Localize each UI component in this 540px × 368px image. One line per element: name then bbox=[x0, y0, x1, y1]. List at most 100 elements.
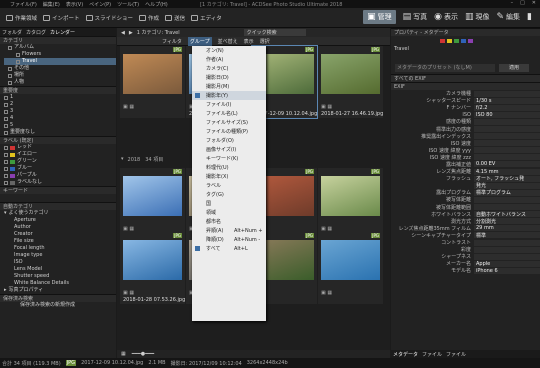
workspace-button[interactable]: 作業領域 bbox=[6, 14, 37, 22]
checkbox-icon[interactable] bbox=[4, 130, 8, 135]
property-value[interactable]: 標準プログラム bbox=[474, 189, 540, 196]
categories-header[interactable]: カテゴリ bbox=[0, 36, 116, 44]
menu-option[interactable]: ファイル名(L) bbox=[192, 109, 266, 118]
checkbox-icon[interactable] bbox=[4, 116, 8, 121]
thumbnail[interactable]: JPG ▣ ▦ bbox=[120, 46, 185, 118]
property-value[interactable] bbox=[474, 204, 540, 211]
menu-option[interactable]: ラベル bbox=[192, 181, 266, 190]
property-value[interactable]: 29 mm bbox=[474, 225, 540, 232]
rating-header[interactable]: 重要度 bbox=[0, 86, 116, 94]
property-value[interactable]: 発光 bbox=[474, 182, 540, 189]
thumbnail[interactable]: JPG▣ ▦2018-01-28 07.52.21.jpg bbox=[318, 168, 383, 240]
saved-search-header[interactable]: 保存済み検索 bbox=[0, 294, 116, 302]
auto-category-item[interactable]: Image type bbox=[14, 252, 116, 259]
checkbox-icon[interactable] bbox=[8, 73, 12, 78]
label-item[interactable]: レッド bbox=[4, 144, 116, 151]
tab-2[interactable]: カレンダー bbox=[50, 29, 75, 36]
thumbnail[interactable]: JPG▣ ▦2018-01-27 16.53.52.jpg bbox=[120, 168, 185, 240]
metadata-preset-select[interactable]: メタデータのプリセット (なしM) bbox=[395, 64, 495, 72]
filter-1[interactable]: グループ bbox=[187, 36, 212, 46]
rating-item[interactable]: 3 bbox=[4, 108, 116, 115]
checkbox-icon[interactable] bbox=[4, 145, 8, 150]
property-value[interactable]: 分割測光 bbox=[474, 218, 540, 225]
menu-option[interactable]: 昇順(A) Alt+Num + bbox=[192, 226, 266, 235]
rating-item[interactable]: 2 bbox=[4, 101, 116, 108]
tab-0[interactable]: フォルダ bbox=[2, 29, 22, 36]
checkbox-icon[interactable] bbox=[4, 173, 8, 178]
property-value[interactable] bbox=[474, 246, 540, 253]
mode-4[interactable]: ✎ 編集 bbox=[497, 12, 521, 22]
property-value[interactable]: 0.00 EV bbox=[474, 161, 540, 168]
menu-option[interactable]: キーワード(K) bbox=[192, 154, 266, 163]
forward-icon[interactable]: ▶ bbox=[129, 30, 133, 36]
menu-option[interactable]: 降順(D) Alt+Num - bbox=[192, 235, 266, 244]
new-saved-search-link[interactable]: 保存済み検索の新規作成 bbox=[20, 302, 116, 309]
mode-5[interactable]: ▮ bbox=[527, 12, 534, 22]
checkbox-icon[interactable] bbox=[8, 66, 12, 71]
menu-option[interactable]: 撮影年(Y) bbox=[192, 91, 266, 100]
auto-category-item[interactable]: Aperture bbox=[14, 217, 116, 224]
zoom-slider[interactable]: ━━━●━━━ bbox=[132, 351, 154, 357]
auto-category-item[interactable]: ISO bbox=[14, 259, 116, 266]
editor-button[interactable]: エディタ bbox=[191, 14, 222, 22]
minimize-button[interactable]: – bbox=[511, 0, 514, 6]
property-value[interactable]: オート, フラッシュ発 bbox=[474, 175, 540, 182]
label-item[interactable]: ブルー bbox=[4, 165, 116, 172]
filter-4[interactable]: 選択 bbox=[260, 38, 270, 45]
menu-option[interactable]: タグ(G) bbox=[192, 190, 266, 199]
property-value[interactable] bbox=[474, 147, 540, 154]
menu-option[interactable]: 都市名 bbox=[192, 217, 266, 226]
menu-option[interactable]: 画像サイズ(I) bbox=[192, 145, 266, 154]
auto-category-item[interactable]: Focal length bbox=[14, 245, 116, 252]
menu-item[interactable]: ファイル(F) bbox=[10, 1, 37, 8]
rating-item[interactable]: 重要度なし bbox=[4, 129, 116, 136]
mode-3[interactable]: ▥ 現像 bbox=[465, 12, 490, 22]
menu-option[interactable]: 撮影日(D) bbox=[192, 73, 266, 82]
keywords-header[interactable]: キーワード bbox=[0, 186, 116, 194]
rating-item[interactable]: 1 bbox=[4, 94, 116, 101]
thumbnail[interactable]: JPG ▣ ▦ bbox=[318, 232, 383, 304]
filter-2[interactable]: 並べ替え bbox=[218, 38, 238, 45]
property-value[interactable] bbox=[474, 140, 540, 147]
auto-category-item[interactable]: Shutter speed bbox=[14, 273, 116, 280]
checkbox-icon[interactable] bbox=[4, 180, 8, 185]
property-value[interactable]: f/2.2 bbox=[474, 104, 540, 111]
label-item[interactable]: グリーン bbox=[4, 158, 116, 165]
menu-item[interactable]: 表示(V) bbox=[66, 1, 83, 8]
maximize-button[interactable]: □ bbox=[520, 0, 525, 6]
auto-group[interactable]: ▾ よく使うカテゴリ bbox=[4, 210, 116, 217]
checkbox-icon[interactable] bbox=[4, 166, 8, 171]
labels-header[interactable]: ラベル (既定) bbox=[0, 136, 116, 144]
checkbox-icon[interactable] bbox=[8, 45, 12, 50]
rating-item[interactable]: 5 bbox=[4, 122, 116, 129]
rating-item[interactable]: 4 bbox=[4, 115, 116, 122]
mode-1[interactable]: ▤ 写真 bbox=[403, 12, 428, 22]
checkbox-icon[interactable] bbox=[4, 109, 8, 114]
label-item[interactable]: イエロー bbox=[4, 151, 116, 158]
auto-category-item[interactable]: File size bbox=[14, 238, 116, 245]
auto-category-item[interactable]: Author bbox=[14, 224, 116, 231]
bottom-tab[interactable]: ファイル bbox=[422, 351, 442, 358]
menu-option[interactable]: カメラ(C) bbox=[192, 64, 266, 73]
property-value[interactable] bbox=[474, 133, 540, 140]
exif-section[interactable]: EXIF bbox=[391, 82, 540, 90]
bottom-tab[interactable]: ファイル bbox=[446, 351, 466, 358]
property-value[interactable] bbox=[474, 253, 540, 260]
menu-option[interactable]: 撮影年(X) bbox=[192, 172, 266, 181]
photo-properties[interactable]: ▸ 写真プロパティ bbox=[4, 287, 116, 294]
quick-search-input[interactable]: クイック検索 bbox=[243, 29, 306, 36]
category-item[interactable]: その他 bbox=[4, 65, 116, 72]
auto-categories-header[interactable]: 自動カテゴリ bbox=[0, 202, 116, 210]
close-button[interactable]: ✕ bbox=[532, 0, 536, 6]
menu-option[interactable]: 作者(A) bbox=[192, 55, 266, 64]
filter-3[interactable]: 表示 bbox=[244, 38, 254, 45]
checkbox-icon[interactable] bbox=[8, 80, 12, 85]
checkbox-icon[interactable] bbox=[4, 102, 8, 107]
auto-category-item[interactable]: Creator bbox=[14, 231, 116, 238]
auto-category-item[interactable]: White Balance Details bbox=[14, 280, 116, 287]
view-icon[interactable]: ▦ bbox=[121, 351, 126, 357]
category-item[interactable]: 人物 bbox=[4, 79, 116, 86]
menu-option[interactable]: ファイルの種類(P) bbox=[192, 127, 266, 136]
menu-option[interactable]: 料理代(U) bbox=[192, 163, 266, 172]
category-item[interactable]: 場所 bbox=[4, 72, 116, 79]
